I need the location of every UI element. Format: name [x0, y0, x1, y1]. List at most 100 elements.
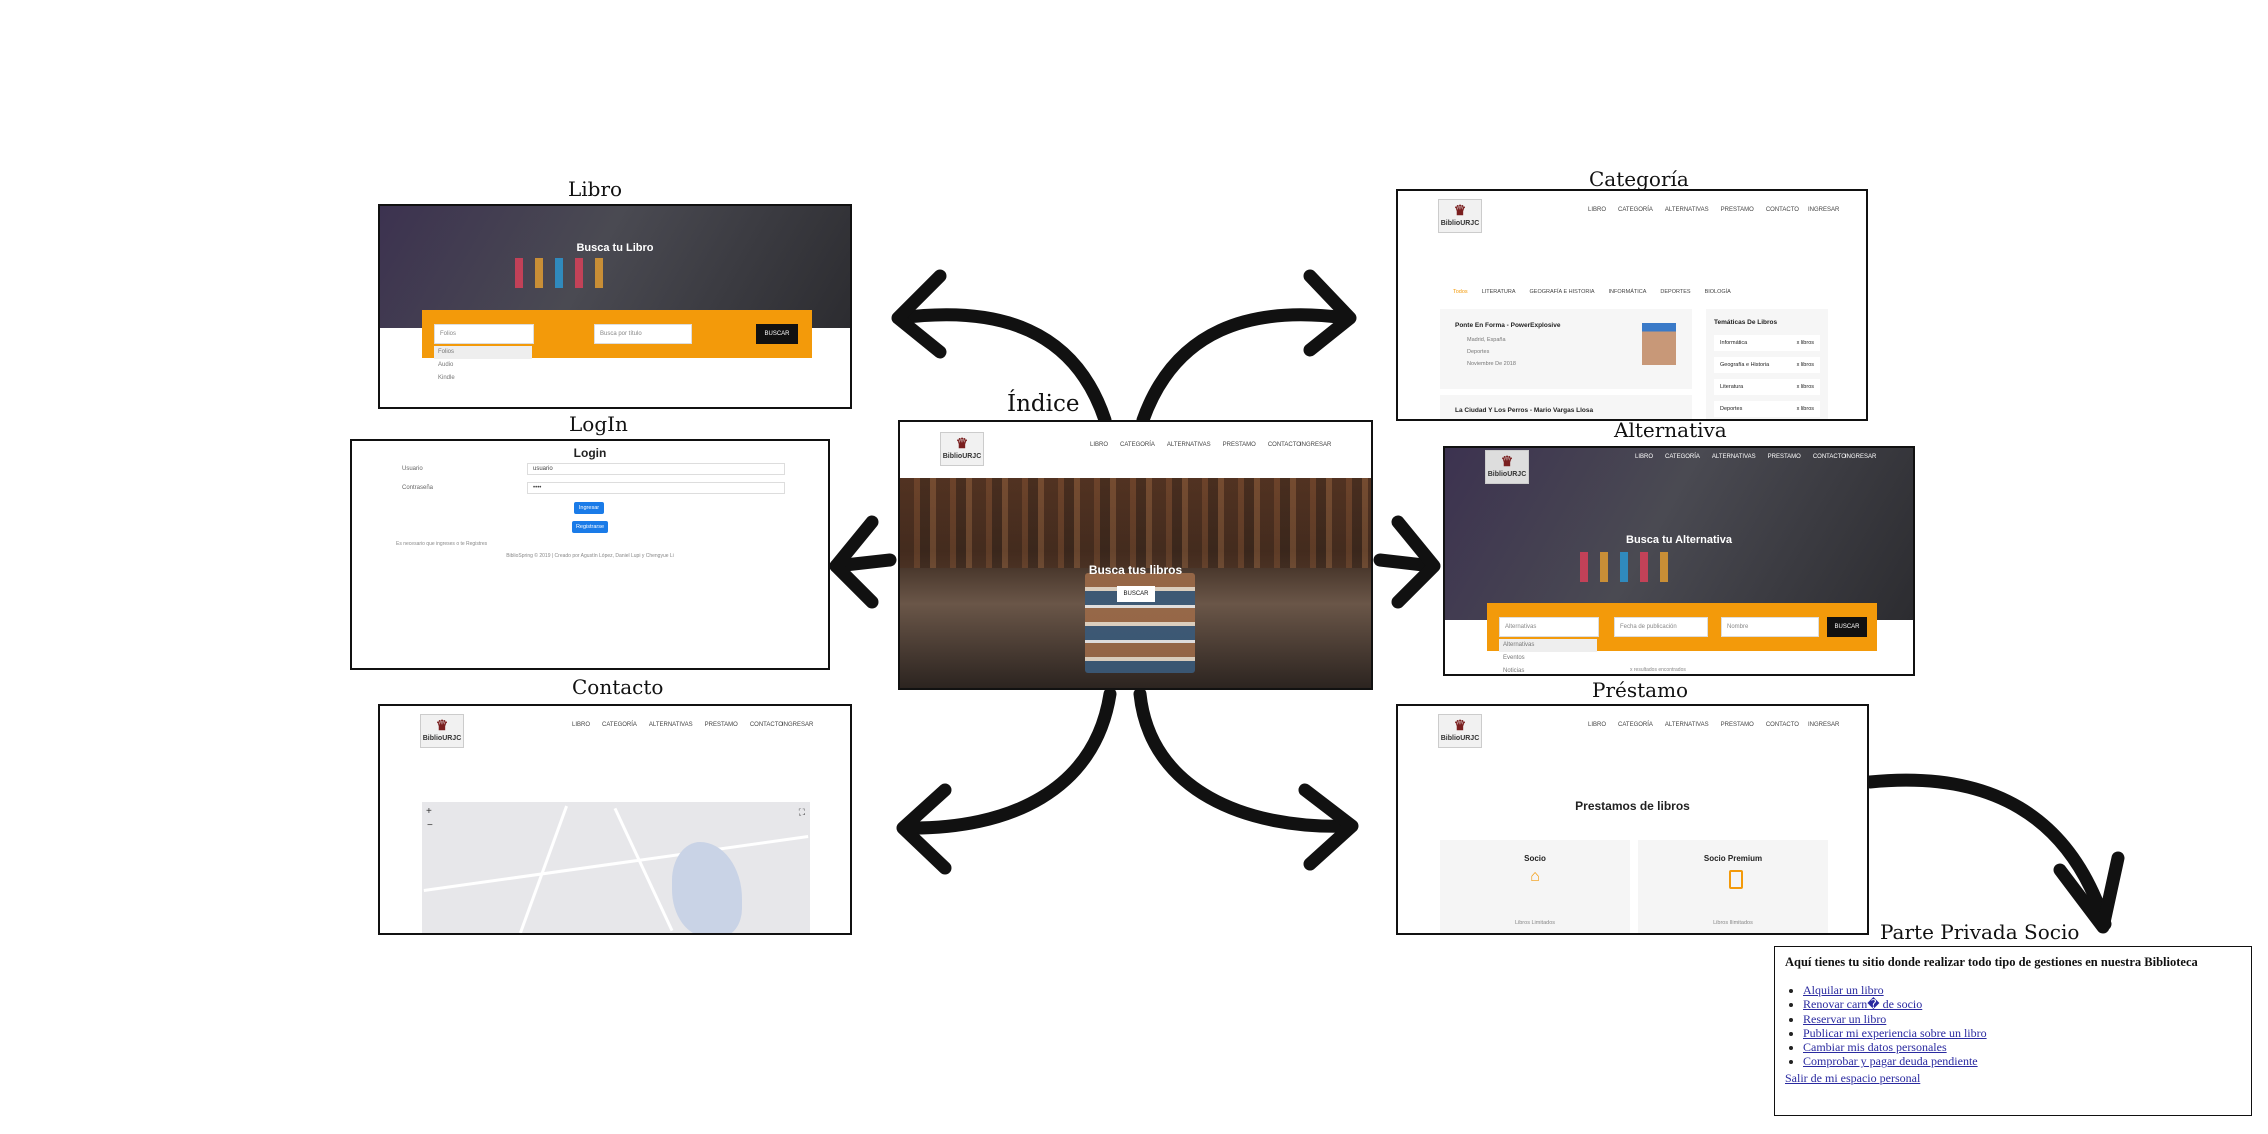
- login-heading: Login: [573, 446, 607, 460]
- libro-search-button[interactable]: BUSCAR: [756, 324, 798, 344]
- plan-card-socio[interactable]: Socio ⌂ Libros Limitados: [1440, 840, 1630, 933]
- nav-link-prestamo[interactable]: PRESTAMO: [705, 722, 738, 728]
- link-publicar[interactable]: Publicar mi experiencia sobre un libro: [1803, 1026, 1987, 1040]
- home-icon: ⌂: [1530, 868, 1540, 885]
- link-pagar-deuda[interactable]: Comprobar y pagar deuda pendiente: [1803, 1054, 1978, 1068]
- alternativa-search-button[interactable]: BUSCAR: [1827, 617, 1867, 637]
- navbar: BiblioURJC LIBRO CATEGORÍA ALTERNATIVAS …: [900, 422, 1371, 478]
- hero-image: Busca tus libros BUSCAR: [900, 478, 1371, 688]
- nav-login[interactable]: INGRESAR: [782, 722, 813, 728]
- nav-login[interactable]: INGRESAR: [1808, 207, 1839, 213]
- libro-option[interactable]: Folios: [434, 346, 532, 359]
- nav-login[interactable]: INGRESAR: [1845, 454, 1876, 460]
- sidebar-item[interactable]: Informática x libros: [1714, 335, 1820, 351]
- sidebar-title: Temáticas De Libros: [1714, 319, 1778, 326]
- tab-biologia[interactable]: BIOLOGÍA: [1705, 289, 1731, 295]
- nav-login[interactable]: INGRESAR: [1808, 722, 1839, 728]
- nav-link-categoria[interactable]: CATEGORÍA: [1618, 722, 1653, 728]
- nav-login[interactable]: INGRESAR: [1300, 442, 1331, 448]
- event-place: Madrid, España: [1467, 337, 1506, 343]
- pencils-shape: [1580, 552, 1675, 582]
- nav-link-alternativas[interactable]: ALTERNATIVAS: [1167, 442, 1211, 448]
- sidebar-item[interactable]: Geografía e Historia x libros: [1714, 357, 1820, 373]
- zoom-out-icon[interactable]: −: [427, 820, 433, 831]
- nav-link-categoria[interactable]: CATEGORÍA: [1665, 454, 1700, 460]
- nav-link-categoria[interactable]: CATEGORÍA: [1120, 442, 1155, 448]
- alternativa-hero: BiblioURJC LIBRO CATEGORÍA ALTERNATIVAS …: [1445, 448, 1913, 620]
- zoom-in-icon[interactable]: +: [426, 806, 432, 817]
- logo[interactable]: BiblioURJC: [1438, 714, 1482, 748]
- libro-option[interactable]: Audio: [434, 359, 532, 372]
- register-button[interactable]: Registrarse: [572, 521, 608, 533]
- sidebar-item-name: Deportes: [1720, 406, 1743, 412]
- nav-link-alternativas[interactable]: ALTERNATIVAS: [1712, 454, 1756, 460]
- nav-link-libro[interactable]: LIBRO: [1635, 454, 1653, 460]
- nav-link-categoria[interactable]: CATEGORÍA: [1618, 207, 1653, 213]
- libro-type-select[interactable]: Folios: [434, 324, 534, 344]
- nav-link-libro[interactable]: LIBRO: [1588, 722, 1606, 728]
- pass-input[interactable]: ••••: [527, 482, 785, 494]
- privada-link-item: Reservar un libro: [1803, 1012, 1987, 1026]
- logout-link[interactable]: Salir de mi espacio personal: [1785, 1071, 1920, 1086]
- alternativa-type-select[interactable]: Alternativas: [1499, 617, 1599, 637]
- alternativa-option[interactable]: Alternativas: [1499, 639, 1597, 652]
- nav-links: LIBRO CATEGORÍA ALTERNATIVAS PRESTAMO CO…: [1090, 442, 1301, 448]
- tab-literatura[interactable]: LITERATURA: [1482, 289, 1516, 295]
- nav-link-libro[interactable]: LIBRO: [1588, 207, 1606, 213]
- user-input[interactable]: usuario: [527, 463, 785, 475]
- alternativa-heading: Busca tu Alternativa: [1626, 534, 1732, 546]
- event-card[interactable]: Ponte En Forma - PowerExplosive Madrid, …: [1440, 309, 1692, 389]
- link-reservar[interactable]: Reservar un libro: [1803, 1012, 1886, 1026]
- link-renovar[interactable]: Renovar carn� de socio: [1803, 997, 1922, 1011]
- nav-link-contacto[interactable]: CONTACTO: [1766, 722, 1799, 728]
- alternativa-option[interactable]: Eventos: [1499, 652, 1597, 665]
- category-tabs: Todos LITERATURA GEOGRAFÍA E HISTORIA IN…: [1453, 289, 1731, 295]
- alternativa-name-input[interactable]: Nombre: [1721, 617, 1819, 637]
- logo[interactable]: BiblioURJC: [1485, 450, 1529, 484]
- login-panel: Login Usuario usuario Contraseña •••• In…: [350, 439, 830, 670]
- hero-search-button[interactable]: BUSCAR: [1117, 586, 1155, 602]
- tab-geografia[interactable]: GEOGRAFÍA E HISTORIA: [1530, 289, 1595, 295]
- sidebar-item-count: x libros: [1796, 384, 1814, 390]
- libro-option[interactable]: Kindle: [434, 372, 532, 385]
- tab-todos[interactable]: Todos: [1453, 289, 1468, 295]
- nav-link-prestamo[interactable]: PRESTAMO: [1721, 722, 1754, 728]
- login-button[interactable]: Ingresar: [574, 502, 604, 514]
- tab-deportes[interactable]: DEPORTES: [1660, 289, 1690, 295]
- nav-link-prestamo[interactable]: PRESTAMO: [1223, 442, 1256, 448]
- fullscreen-icon[interactable]: ⛶: [799, 807, 805, 818]
- event-thumbnail: [1642, 323, 1676, 365]
- link-alquilar[interactable]: Alquilar un libro: [1803, 983, 1884, 997]
- nav-link-categoria[interactable]: CATEGORÍA: [602, 722, 637, 728]
- nav-link-alternativas[interactable]: ALTERNATIVAS: [649, 722, 693, 728]
- nav-link-contacto[interactable]: CONTACTO: [750, 722, 783, 728]
- nav-links: LIBRO CATEGORÍA ALTERNATIVAS PRESTAMO CO…: [1588, 207, 1799, 213]
- nav-link-libro[interactable]: LIBRO: [572, 722, 590, 728]
- nav-link-prestamo[interactable]: PRESTAMO: [1768, 454, 1801, 460]
- logo[interactable]: BiblioURJC: [940, 432, 984, 466]
- link-cambiar-datos[interactable]: Cambiar mis datos personales: [1803, 1040, 1947, 1054]
- alternativa-option[interactable]: Noticias: [1499, 665, 1597, 674]
- nav-link-contacto[interactable]: CONTACTO: [1268, 442, 1301, 448]
- nav-link-prestamo[interactable]: PRESTAMO: [1721, 207, 1754, 213]
- nav-link-contacto[interactable]: CONTACTO: [1766, 207, 1799, 213]
- contact-map[interactable]: + − ⛶: [422, 802, 810, 933]
- plan-card-premium[interactable]: Socio Premium Libros Ilimitados: [1638, 840, 1828, 933]
- event-card[interactable]: La Ciudad Y Los Perros - Mario Vargas Ll…: [1440, 395, 1692, 419]
- alternativa-date-select[interactable]: Fecha de publicación: [1614, 617, 1708, 637]
- sidebar-item[interactable]: Deportes x libros: [1714, 401, 1820, 417]
- sidebar-item[interactable]: Literatura x libros: [1714, 379, 1820, 395]
- nav-link-libro[interactable]: LIBRO: [1090, 442, 1108, 448]
- logo[interactable]: BiblioURJC: [1438, 199, 1482, 233]
- user-label: Usuario: [402, 466, 423, 472]
- libro-search-input[interactable]: Busca por título: [594, 324, 692, 344]
- nav-link-contacto[interactable]: CONTACTO: [1813, 454, 1846, 460]
- bookshelf-shape: [900, 478, 1371, 568]
- tab-informatica[interactable]: INFORMÁTICA: [1609, 289, 1647, 295]
- plan-title: Socio Premium: [1703, 854, 1763, 863]
- arrow-to-categoria: [1136, 308, 1352, 427]
- nav-link-alternativas[interactable]: ALTERNATIVAS: [1665, 207, 1709, 213]
- nav-link-alternativas[interactable]: ALTERNATIVAS: [1665, 722, 1709, 728]
- logo[interactable]: BiblioURJC: [420, 714, 464, 748]
- libro-type-options: Folios Audio Kindle: [434, 346, 532, 385]
